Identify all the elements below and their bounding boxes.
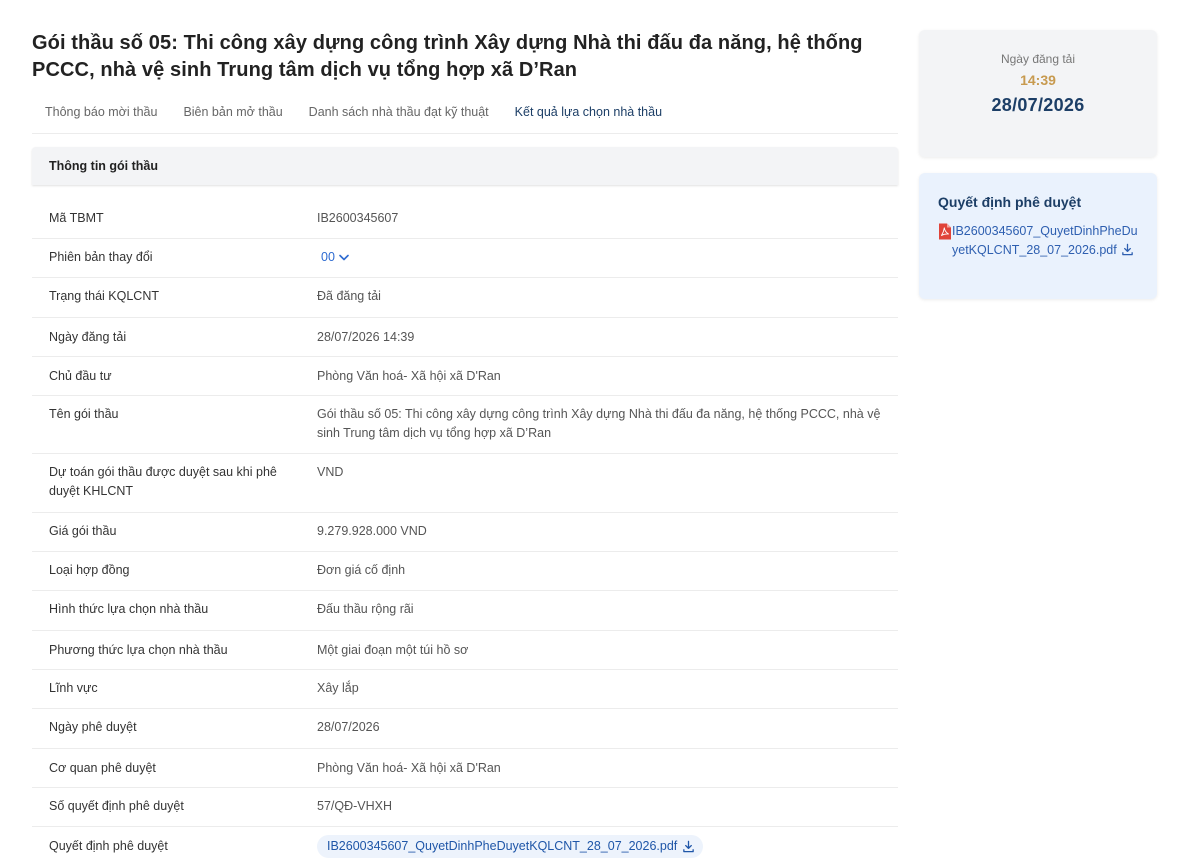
decision-title: Quyết định phê duyệt (938, 194, 1082, 210)
posted-date-card: Ngày đăng tải 14:39 28/07/2026 (919, 30, 1157, 157)
table-row: Quyết định phê duyệt IB2600345607_QuyetD… (32, 827, 898, 862)
table-row: Dự toán gói thầu được duyệt sau khi phê … (32, 454, 898, 513)
row-label: Quyết định phê duyệt (49, 839, 168, 853)
row-label: Ngày đăng tải (49, 330, 127, 344)
download-icon (683, 840, 695, 853)
row-label: Loại hợp đồng (49, 563, 130, 577)
tab-danh-sach-nha-thau[interactable]: Danh sách nhà thầu đạt kỹ thuật (296, 103, 502, 133)
row-value: Phòng Văn hoá- Xã hội xã D'Ran (317, 369, 501, 383)
table-row: Phương thức lựa chọn nhà thầu Một giai đ… (32, 631, 898, 670)
tab-bar: Thông báo mời thầu Biên bản mở thầu Danh… (32, 103, 898, 134)
file-name: IB2600345607_QuyetDinhPheDuyetKQLCNT_28_… (327, 839, 678, 853)
row-label: Tên gói thầu (49, 407, 119, 421)
row-value: VND (317, 465, 344, 479)
row-label: Ngày phê duyệt (49, 720, 137, 734)
version-dropdown[interactable]: 00 (317, 248, 349, 267)
row-value: Đơn giá cố định (317, 563, 406, 577)
page-title: Gói thầu số 05: Thi công xây dựng công t… (32, 32, 863, 81)
pdf-icon (939, 223, 951, 240)
table-row: Chủ đầu tư Phòng Văn hoá- Xã hội xã D'Ra… (32, 357, 898, 396)
tab-thong-bao-moi-thau[interactable]: Thông báo mời thầu (32, 103, 170, 133)
row-value: Phòng Văn hoá- Xã hội xã D'Ran (317, 761, 501, 775)
row-label: Cơ quan phê duyệt (49, 761, 156, 775)
row-label: Chủ đầu tư (49, 369, 112, 383)
row-value: 57/QĐ-VHXH (317, 799, 393, 813)
table-row: Giá gói thầu 9.279.928.000 VND (32, 513, 898, 552)
table-row: Ngày đăng tải 28/07/2026 14:39 (32, 318, 898, 357)
posted-date: 28/07/2026 (991, 95, 1085, 115)
table-row: Loại hợp đồng Đơn giá cố định (32, 552, 898, 591)
row-label: Giá gói thầu (49, 524, 117, 538)
row-value: IB2600345607 (317, 211, 399, 225)
decision-file-text: IB2600345607_QuyetDinhPheDuyetKQLCNT_28_… (952, 224, 1138, 257)
row-label: Dự toán gói thầu được duyệt sau khi phê … (49, 465, 277, 498)
row-label: Phương thức lựa chọn nhà thầu (49, 643, 228, 657)
row-label: Phiên bản thay đổi (49, 250, 153, 264)
decision-file-link-sidebar[interactable]: IB2600345607_QuyetDinhPheDuyetKQLCNT_28_… (938, 222, 1143, 259)
chevron-down-icon (339, 254, 349, 261)
row-value: Một giai đoạn một túi hồ sơ (317, 643, 469, 657)
row-value: 9.279.928.000 VND (317, 524, 427, 538)
version-value: 00 (321, 250, 335, 264)
info-table: Mã TBMT IB2600345607 Phiên bản thay đổi … (32, 200, 898, 862)
table-row: Mã TBMT IB2600345607 (32, 200, 898, 239)
row-label: Trạng thái KQLCNT (49, 289, 159, 303)
posted-date-label: Ngày đăng tải (1000, 52, 1076, 66)
row-value: Gói thầu số 05: Thi công xây dựng công t… (317, 407, 881, 440)
tab-ket-qua-lua-chon[interactable]: Kết quả lựa chọn nhà thầu (502, 103, 675, 133)
table-row: Số quyết định phê duyệt 57/QĐ-VHXH (32, 788, 898, 827)
row-value: IB2600345607_QuyetDinhPheDuyetKQLCNT_28_… (317, 835, 898, 862)
table-row: Cơ quan phê duyệt Phòng Văn hoá- Xã hội … (32, 749, 898, 788)
posted-time: 14:39 (1020, 72, 1056, 88)
row-value: Đã đăng tải (317, 289, 381, 303)
decision-card: Quyết định phê duyệt IB2600345607_QuyetD… (919, 173, 1157, 299)
table-row: Ngày phê duyệt 28/07/2026 (32, 709, 898, 749)
decision-file-link[interactable]: IB2600345607_QuyetDinhPheDuyetKQLCNT_28_… (317, 835, 704, 858)
row-label: Hình thức lựa chọn nhà thầu (49, 602, 209, 616)
row-label: Lĩnh vực (49, 681, 98, 695)
table-row: Lĩnh vực Xây lắp (32, 670, 898, 709)
row-label: Mã TBMT (49, 211, 104, 225)
row-value: Đấu thầu rộng rãi (317, 602, 414, 616)
row-label: Số quyết định phê duyệt (49, 799, 184, 813)
main-content: Gói thầu số 05: Thi công xây dựng công t… (32, 30, 898, 858)
download-icon[interactable] (1121, 243, 1134, 256)
row-value: 00 (317, 248, 898, 277)
section-header: Thông tin gói thầu (32, 147, 898, 185)
table-row: Phiên bản thay đổi 00 (32, 239, 898, 278)
table-row: Tên gói thầu Gói thầu số 05: Thi công xâ… (32, 396, 898, 454)
row-value: 28/07/2026 (317, 720, 380, 734)
table-row: Hình thức lựa chọn nhà thầu Đấu thầu rộn… (32, 591, 898, 631)
decision-file-name: IB2600345607_QuyetDinhPheDuyetKQLCNT_28_… (952, 222, 1143, 259)
table-row: Trạng thái KQLCNT Đã đăng tải (32, 278, 898, 318)
tab-bien-ban-mo-thau[interactable]: Biên bản mở thầu (170, 103, 295, 133)
row-value: Xây lắp (317, 681, 359, 695)
row-value: 28/07/2026 14:39 (317, 330, 415, 344)
